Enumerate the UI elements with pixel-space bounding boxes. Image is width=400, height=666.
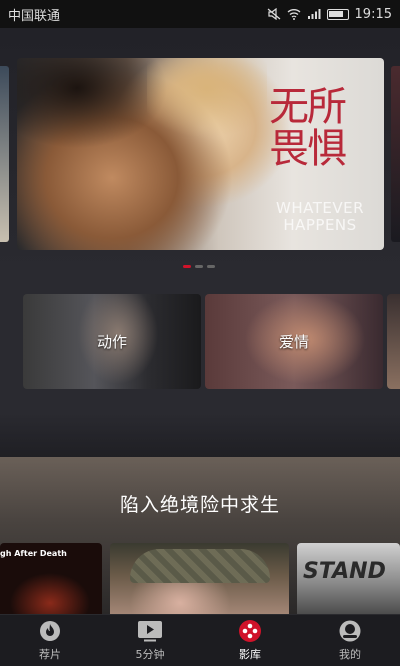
mute-icon [267, 8, 280, 20]
tab-library[interactable]: 影库 [200, 615, 300, 666]
battery-icon [326, 8, 349, 20]
section-divider [0, 413, 400, 457]
genre-card-romance[interactable]: 爱情 [205, 294, 383, 389]
hero-title-en-line2: HAPPENS [283, 216, 357, 234]
carousel-prev-peek[interactable] [0, 66, 9, 242]
status-icons: 19:15 [267, 7, 392, 22]
hero-title-en: WHATEVER HAPPENS [276, 200, 364, 234]
genre-label: 爱情 [278, 333, 309, 351]
carousel-next-peek[interactable] [391, 66, 400, 242]
tab-label: 荐片 [39, 648, 61, 661]
feature-section: 陷入绝境险中求生 gh After Death STAND [0, 457, 400, 614]
tab-recommend[interactable]: 荐片 [0, 615, 100, 666]
tab-five-minutes[interactable]: 5分钟 [100, 615, 200, 666]
play-screen-icon [137, 619, 163, 643]
clock: 19:15 [354, 6, 392, 22]
hero-title-cn-line1: 无所 [269, 84, 347, 130]
profile-icon [337, 619, 363, 643]
carousel-dot[interactable] [207, 265, 215, 268]
wifi-icon [287, 9, 300, 20]
status-bar: 中国联通 19:15 [0, 0, 400, 28]
feature-title: 陷入绝境险中求生 [119, 494, 280, 516]
carousel-dot[interactable] [195, 265, 203, 268]
poster-artwork [130, 549, 270, 583]
genre-label: 动作 [96, 333, 127, 351]
movie-poster[interactable]: gh After Death [0, 543, 102, 614]
poster-title: gh After Death [0, 549, 67, 558]
hero-banner[interactable]: 无所 畏惧 WHATEVER HAPPENS [17, 58, 384, 250]
movie-poster[interactable] [110, 543, 289, 614]
carousel-indicator [183, 265, 215, 268]
genre-row: 动作 爱情 [0, 278, 400, 413]
bottom-tab-bar: 荐片 5分钟 影库 我的 [0, 614, 400, 666]
banner-artwork [17, 58, 167, 158]
hero-title-cn: 无所 畏惧 [252, 86, 362, 170]
carousel-dot-active[interactable] [183, 265, 191, 268]
flame-icon [37, 619, 63, 643]
film-reel-icon [237, 619, 263, 643]
banner-artwork-highlight [147, 58, 267, 148]
tab-label: 我的 [339, 648, 361, 661]
hero-title-en-line1: WHATEVER [275, 199, 364, 217]
signal-icon [307, 9, 321, 19]
carrier-name: 中国联通 [8, 8, 61, 24]
tab-label: 影库 [239, 648, 261, 661]
hero-title-cn-line2: 畏惧 [269, 126, 347, 172]
movie-poster[interactable]: STAND [297, 543, 400, 614]
poster-title: STAND [303, 559, 386, 584]
tab-label: 5分钟 [135, 648, 165, 661]
genre-card-action[interactable]: 动作 [23, 294, 201, 389]
genre-card-peek[interactable] [387, 294, 400, 389]
tab-profile[interactable]: 我的 [300, 615, 400, 666]
hero-carousel[interactable]: 无所 畏惧 WHATEVER HAPPENS [0, 28, 400, 278]
